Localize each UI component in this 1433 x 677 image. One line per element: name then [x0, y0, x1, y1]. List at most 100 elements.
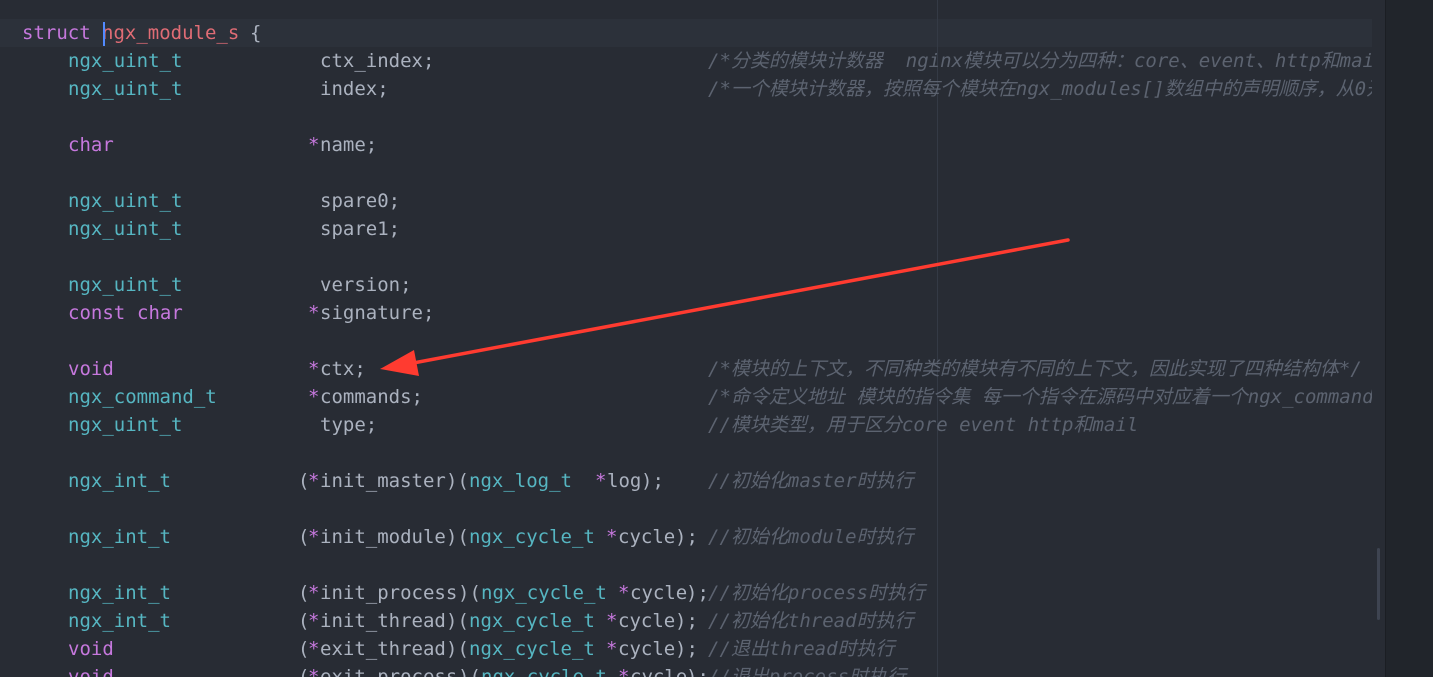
- code-area[interactable]: struct ngx_module_s { ngx_uint_t ctx_ind…: [22, 19, 1372, 677]
- return-type: ngx_int_t: [68, 582, 171, 604]
- code-line-ctx-index: ngx_uint_t ctx_index; /*分类的模块计数器 nginx模块…: [22, 47, 1372, 75]
- param-type: ngx_cycle_t: [469, 638, 595, 660]
- function-pointer-name: exit_process: [320, 666, 458, 677]
- function-pointer-name: exit_thread: [320, 638, 446, 660]
- field-type: ngx_uint_t: [68, 190, 183, 212]
- pointer-star: *: [308, 526, 320, 548]
- code-line-spare1: ngx_uint_t spare1;: [22, 215, 1372, 243]
- param-name: cycle: [630, 666, 688, 677]
- field-type: ngx_uint_t: [68, 218, 183, 240]
- paren-close: );: [686, 666, 709, 677]
- code-line-name: char * name;: [22, 131, 1372, 159]
- paren-mid: )(: [446, 610, 469, 632]
- return-type: void: [68, 666, 114, 677]
- code-comment: /*命令定义地址 模块的指令集 每一个指令在源码中对应着一个ngx_comman…: [708, 386, 1372, 408]
- code-comment: //初始化module时执行: [708, 526, 914, 548]
- pointer-star: *: [308, 610, 320, 632]
- param-name: cycle: [618, 526, 676, 548]
- code-comment: /*模块的上下文，不同种类的模块有不同的上下文，因此实现了四种结构体*/: [708, 358, 1362, 380]
- code-comment: //模块类型，用于区分core event http和mail: [708, 414, 1139, 436]
- code-comment: //退出thread时执行: [708, 638, 895, 660]
- code-line-init-module: ngx_int_t ( * init_module )( ngx_cycle_t…: [22, 523, 1372, 551]
- field-type: char: [137, 302, 183, 324]
- code-line-spare0: ngx_uint_t spare0;: [22, 187, 1372, 215]
- code-comment: //退出process时执行: [708, 666, 906, 677]
- right-panel: [1385, 0, 1433, 677]
- paren-close: );: [675, 610, 698, 632]
- paren-close: );: [675, 526, 698, 548]
- field-name: commands;: [320, 386, 423, 408]
- code-line-init-master: ngx_int_t ( * init_master )( ngx_log_t *…: [22, 467, 1372, 495]
- paren-mid: )(: [446, 526, 469, 548]
- pointer-star: *: [308, 134, 320, 156]
- code-line-signature: const char * signature;: [22, 299, 1372, 327]
- field-type: ngx_uint_t: [68, 78, 183, 100]
- code-line-type: ngx_uint_t type; //模块类型，用于区分core event h…: [22, 411, 1372, 439]
- param-type: ngx_cycle_t: [481, 666, 607, 677]
- field-name: ctx_index;: [320, 50, 435, 72]
- pointer-star: *: [308, 638, 320, 660]
- field-type: ngx_uint_t: [68, 274, 183, 296]
- param-type: ngx_cycle_t: [481, 582, 607, 604]
- pointer-star: *: [595, 470, 607, 492]
- field-name: ctx;: [320, 358, 366, 380]
- paren-mid: )(: [458, 666, 481, 677]
- paren-mid: )(: [446, 470, 469, 492]
- pointer-star: *: [606, 610, 618, 632]
- const-keyword: const: [68, 302, 126, 324]
- return-type: ngx_int_t: [68, 610, 171, 632]
- struct-name: ngx_module_s: [102, 22, 240, 44]
- code-line-version: ngx_uint_t version;: [22, 271, 1372, 299]
- code-line-exit-process: void ( * exit_process )( ngx_cycle_t * c…: [22, 663, 1372, 677]
- paren-close: );: [641, 470, 664, 492]
- param-type: ngx_cycle_t: [469, 526, 595, 548]
- pointer-star: *: [606, 638, 618, 660]
- paren-close: );: [686, 582, 709, 604]
- return-type: ngx_int_t: [68, 526, 171, 548]
- code-line-exit-thread: void ( * exit_thread )( ngx_cycle_t * cy…: [22, 635, 1372, 663]
- field-type: void: [68, 358, 114, 380]
- field-name: type;: [320, 414, 378, 436]
- function-pointer-name: init_thread: [320, 610, 446, 632]
- paren-close: );: [675, 638, 698, 660]
- pointer-star: *: [618, 666, 630, 677]
- code-comment: //初始化thread时执行: [708, 610, 914, 632]
- field-type: ngx_uint_t: [68, 414, 183, 436]
- vertical-scrollbar-thumb[interactable]: [1377, 548, 1380, 620]
- text-cursor: [103, 22, 105, 46]
- code-line-init-process: ngx_int_t ( * init_process )( ngx_cycle_…: [22, 579, 1372, 607]
- code-comment: //初始化process时执行: [708, 582, 925, 604]
- return-type: void: [68, 638, 114, 660]
- param-type: ngx_cycle_t: [469, 610, 595, 632]
- field-name: spare1;: [320, 218, 401, 240]
- field-type: char: [68, 134, 114, 156]
- pointer-star: *: [618, 582, 630, 604]
- code-line-commands: ngx_command_t * commands; /*命令定义地址 模块的指令…: [22, 383, 1372, 411]
- paren-mid: )(: [446, 638, 469, 660]
- code-line-index: ngx_uint_t index; /*一个模块计数器，按照每个模块在ngx_m…: [22, 75, 1372, 103]
- param-name: cycle: [618, 638, 676, 660]
- code-editor[interactable]: struct ngx_module_s { ngx_uint_t ctx_ind…: [0, 0, 1433, 677]
- pointer-star: *: [308, 386, 320, 408]
- function-pointer-name: init_master: [320, 470, 446, 492]
- param-name: log: [607, 470, 642, 492]
- return-type: ngx_int_t: [68, 470, 171, 492]
- code-comment: /*一个模块计数器，按照每个模块在ngx_modules[]数组中的声明顺序，从…: [708, 78, 1372, 100]
- pointer-star: *: [308, 358, 320, 380]
- pointer-star: *: [308, 666, 320, 677]
- function-pointer-name: init_process: [320, 582, 458, 604]
- open-brace: {: [250, 22, 262, 44]
- param-name: cycle: [618, 610, 676, 632]
- pointer-star: *: [606, 526, 618, 548]
- pointer-star: *: [308, 470, 320, 492]
- field-name: index;: [320, 78, 389, 100]
- function-pointer-name: init_module: [320, 526, 446, 548]
- param-type: ngx_log_t: [469, 470, 572, 492]
- pointer-star: *: [308, 302, 320, 324]
